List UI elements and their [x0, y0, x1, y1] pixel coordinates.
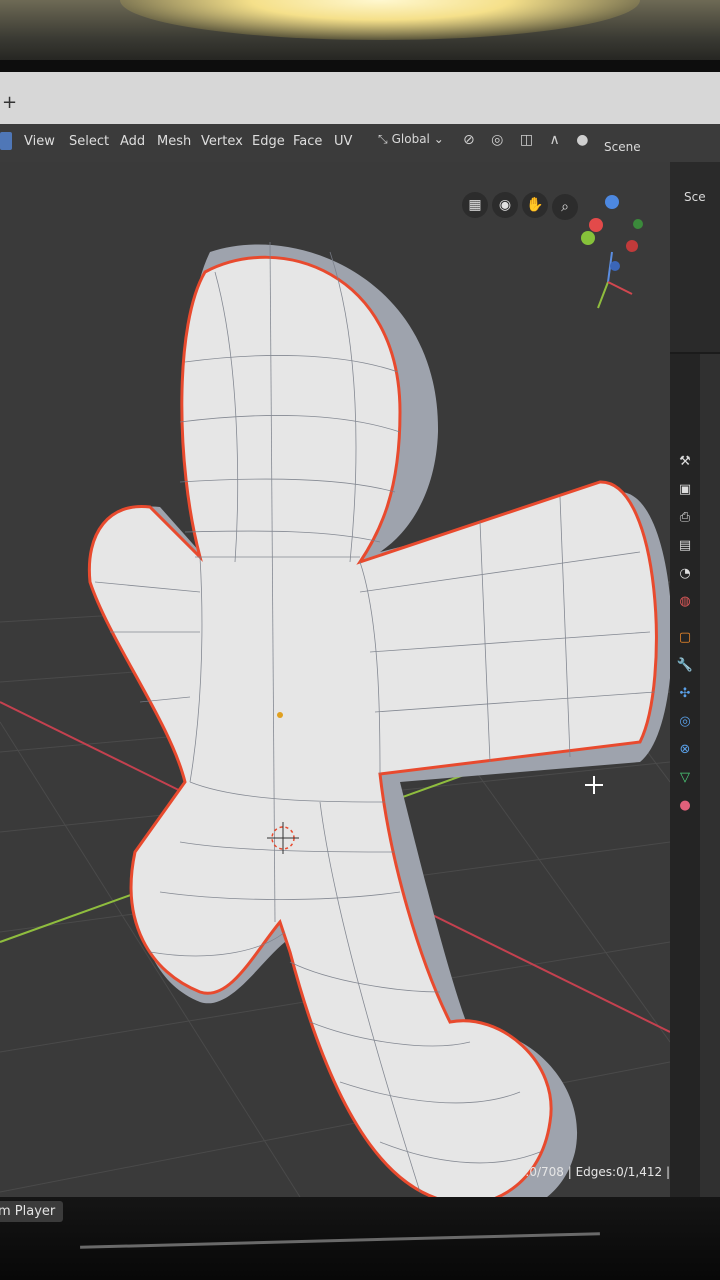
physics-icon[interactable]: ◎	[675, 712, 695, 732]
3d-viewport[interactable]: ▦ ◉ ✋ ⌕ Plane | Verts:0/708 | Edges:0/1,…	[0, 162, 670, 1197]
mouse-crosshair	[585, 776, 603, 794]
outliner-panel: Sce	[670, 162, 720, 354]
material-icon[interactable]: ●	[675, 796, 695, 816]
menu-select[interactable]: Select	[69, 134, 109, 149]
hand-pan-icon[interactable]: ✋	[522, 192, 548, 218]
world-properties-icon[interactable]: ◍	[675, 592, 695, 612]
view-layer-icon[interactable]: ▤	[675, 536, 695, 556]
particles-icon[interactable]: ✣	[675, 684, 695, 704]
menu-uv[interactable]: UV	[334, 134, 352, 149]
editmode-icon[interactable]	[0, 132, 12, 150]
taskbar-player-item[interactable]: m Player	[0, 1201, 64, 1222]
menu-vertex[interactable]: Vertex	[201, 134, 243, 149]
plus-icon[interactable]: +	[2, 92, 17, 113]
orientation-icon: ⤡	[378, 132, 388, 146]
gingerbread-mesh	[87, 241, 670, 1197]
menu-view[interactable]: View	[24, 134, 55, 149]
object-data-icon[interactable]: ▽	[675, 768, 695, 788]
camera-icon[interactable]: ◉	[492, 192, 518, 218]
outliner-scene-label[interactable]: Sce	[684, 190, 706, 204]
modifier-properties-icon[interactable]: 🔧	[675, 656, 695, 676]
menu-edge[interactable]: Edge	[252, 134, 285, 149]
snapping-proportional-icons[interactable]: ⊘ ◎ ◫ ∧ ●	[463, 132, 594, 148]
zoom-icon[interactable]: ⌕	[552, 194, 578, 220]
object-properties-icon[interactable]: ▢	[675, 628, 695, 648]
render-properties-icon[interactable]: ▣	[675, 480, 695, 500]
output-properties-icon[interactable]: ⎙	[675, 508, 695, 528]
mesh-front-face	[87, 255, 658, 1197]
menu-mesh[interactable]: Mesh	[157, 134, 191, 149]
menu-face[interactable]: Face	[293, 134, 322, 149]
desk-edge	[80, 1232, 600, 1249]
orientation-value: Global	[391, 132, 430, 146]
viewport-canvas[interactable]	[0, 162, 670, 1197]
status-bar-stats: Plane | Verts:0/708 | Edges:0/1,412 |	[450, 1165, 670, 1179]
constraints-icon[interactable]: ⊗	[675, 740, 695, 760]
monitor-bottom-bezel: m Player	[0, 1197, 720, 1280]
monitor-screen: + View Select Add Mesh Vertex Edge Face …	[0, 72, 720, 1197]
navigation-gizmo	[581, 195, 643, 309]
tool-settings-icon[interactable]: ⚒	[675, 452, 695, 472]
grid-icon[interactable]: ▦	[462, 192, 488, 218]
viewport-header: View Select Add Mesh Vertex Edge Face UV…	[0, 124, 720, 163]
scene-properties-icon[interactable]: ◔	[675, 564, 695, 584]
scene-selector[interactable]: Scene	[604, 140, 641, 154]
menu-add[interactable]: Add	[120, 134, 145, 149]
transform-orientation-dropdown[interactable]: ⤡ Global ⌄	[378, 132, 444, 147]
workspace-tab-strip: +	[0, 72, 720, 125]
object-origin	[277, 712, 283, 718]
